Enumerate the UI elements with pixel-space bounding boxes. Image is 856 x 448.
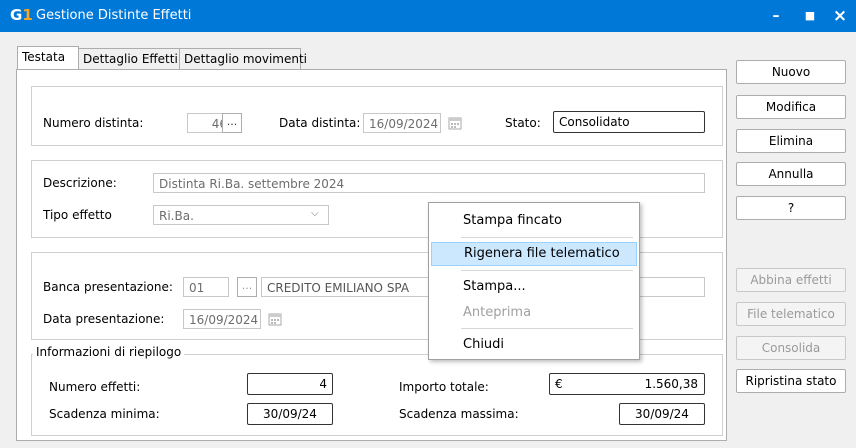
abbina-effetti-button[interactable]: Abbina effetti <box>736 268 846 292</box>
maximize-button[interactable]: ■ <box>796 4 824 28</box>
calendar-icon[interactable] <box>448 116 462 130</box>
banca-presentazione-label: Banca presentazione: <box>43 280 173 294</box>
menu-separator <box>461 328 633 329</box>
numero-effetti-field: 4 <box>247 373 333 395</box>
importo-totale-label: Importo totale: <box>399 380 489 394</box>
data-presentazione-field[interactable]: 16/09/2024 <box>183 309 261 329</box>
elimina-button[interactable]: Elimina <box>736 129 846 153</box>
data-distinta-label: Data distinta: <box>279 116 361 130</box>
ripristina-stato-button[interactable]: Ripristina stato <box>736 369 846 393</box>
annulla-button[interactable]: Annulla <box>736 162 846 186</box>
tipo-effetto-select[interactable]: Ri.Ba. <box>153 205 329 225</box>
currency-symbol: € <box>555 377 563 391</box>
riepilogo-legend: Informazioni di riepilogo <box>33 345 185 359</box>
help-button[interactable]: ? <box>736 196 846 220</box>
scadenza-massima-field: 30/09/24 <box>619 403 705 425</box>
menu-separator <box>461 270 633 271</box>
tipo-effetto-label: Tipo effetto <box>43 208 112 222</box>
title-bar: G1 Gestione Distinte Effetti – ■ × <box>0 0 856 32</box>
app-logo-icon: G1 <box>10 6 33 24</box>
numero-distinta-label: Numero distinta: <box>43 116 144 130</box>
minimize-button[interactable]: – <box>762 4 790 28</box>
file-telematico-button[interactable]: File telematico <box>736 302 846 326</box>
tab-dettaglio-effetti[interactable]: Dettaglio Effetti <box>78 48 180 69</box>
menu-item-rigenera-file-telematico[interactable]: Rigenera file telematico <box>431 242 637 266</box>
scadenza-minima-label: Scadenza minima: <box>49 407 160 421</box>
scadenza-massima-label: Scadenza massima: <box>399 407 519 421</box>
menu-item-stampa-fincato[interactable]: Stampa fincato <box>431 209 637 233</box>
scadenza-minima-field: 30/09/24 <box>247 403 333 425</box>
modifica-button[interactable]: Modifica <box>736 95 846 119</box>
menu-item-anteprima: Anteprima <box>463 305 532 320</box>
stato-label: Stato: <box>505 116 541 130</box>
descrizione-label: Descrizione: <box>43 176 117 190</box>
context-menu: Stampa fincato Rigenera file telematico … <box>428 202 640 360</box>
data-presentazione-label: Data presentazione: <box>43 312 165 326</box>
calendar-icon[interactable] <box>268 312 282 326</box>
banca-code-field[interactable]: 01 <box>183 277 229 297</box>
window-title: Gestione Distinte Effetti <box>36 8 192 23</box>
numero-effetti-label: Numero effetti: <box>49 380 141 394</box>
tab-dettaglio-movimenti[interactable]: Dettaglio movimenti <box>179 48 307 69</box>
numero-lookup-button[interactable]: ... <box>222 113 242 133</box>
descrizione-field[interactable]: Distinta Ri.Ba. settembre 2024 <box>153 173 705 193</box>
importo-totale-field: € 1.560,38 <box>549 373 705 395</box>
nuovo-button[interactable]: Nuovo <box>736 60 846 84</box>
data-distinta-field[interactable]: 16/09/2024 <box>363 113 441 133</box>
menu-item-stampa[interactable]: Stampa... <box>431 275 637 299</box>
close-button[interactable]: × <box>826 4 854 28</box>
tab-testata[interactable]: Testata <box>17 46 79 69</box>
chevron-down-icon[interactable]: ⌵ <box>311 208 319 219</box>
banca-lookup-button[interactable]: ... <box>237 277 257 297</box>
importo-totale-value: 1.560,38 <box>644 377 698 391</box>
consolida-button[interactable]: Consolida <box>736 336 846 360</box>
menu-separator <box>461 237 633 238</box>
stato-field: Consolidato <box>553 111 705 133</box>
menu-item-chiudi[interactable]: Chiudi <box>431 333 637 357</box>
